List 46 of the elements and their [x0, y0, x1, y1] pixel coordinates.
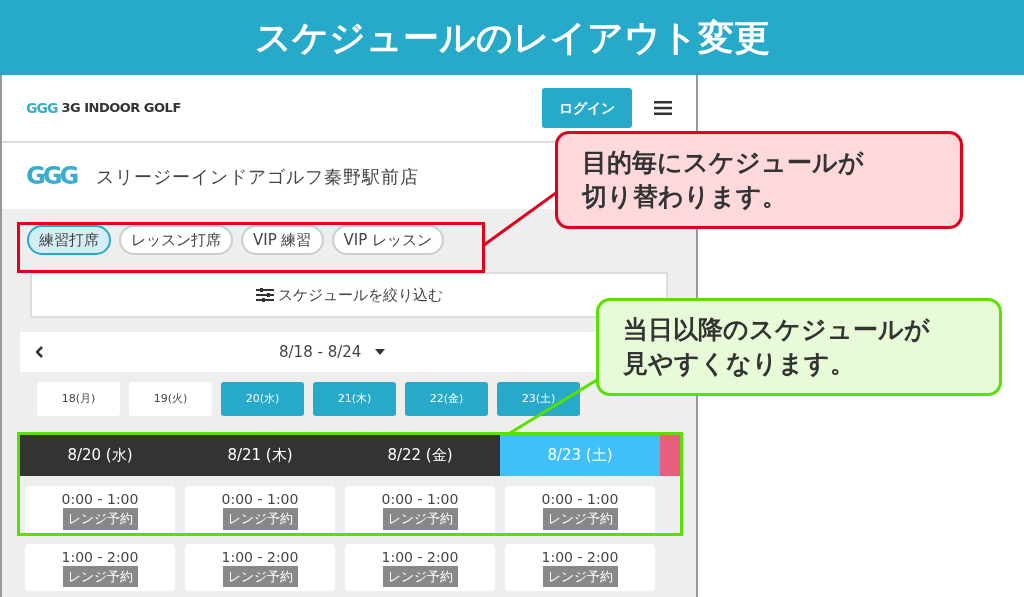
logo-mark: GGG	[26, 98, 58, 118]
slot-time: 1:00 - 2:00	[61, 547, 139, 566]
range-booking-tag: レンジ予約	[382, 565, 458, 587]
slot-time: 1:00 - 2:00	[541, 547, 619, 566]
range-booking-tag: レンジ予約	[382, 508, 458, 530]
range-booking-tag: レンジ予約	[542, 508, 618, 530]
tab[interactable]: VIP レッスン	[331, 224, 444, 256]
day-header: 8/23 (土)	[500, 434, 660, 476]
chevron-left-icon[interactable]	[36, 346, 44, 358]
slot-time: 0:00 - 1:00	[61, 490, 139, 508]
caret-down-icon[interactable]	[375, 349, 386, 355]
logo-text: 3G INDOOR GOLF	[61, 99, 181, 118]
filter-button[interactable]: スケジュールを絞り込む	[30, 272, 668, 318]
banner-title: スケジュールのレイアウト変更	[0, 0, 1024, 75]
range-booking-tag: レンジ予約	[62, 508, 138, 530]
tab[interactable]: レッスン打席	[119, 224, 233, 256]
menu-icon[interactable]	[654, 100, 672, 116]
day-header: 8/22 (金)	[340, 434, 500, 476]
week-range[interactable]: 8/18 - 8/24	[279, 340, 362, 364]
range-booking-tag: レンジ予約	[222, 508, 298, 530]
slot-time: 0:00 - 1:00	[541, 490, 619, 508]
slot-time: 1:00 - 2:00	[221, 547, 299, 566]
slot-card[interactable]: 1:00 - 2:00 レンジ予約	[345, 543, 495, 591]
slot-time: 0:00 - 1:00	[221, 490, 299, 508]
slot-time: 1:00 - 2:00	[381, 547, 459, 566]
day-button[interactable]: 19(火)	[129, 382, 212, 416]
slot-card[interactable]: 0:00 - 1:00 レンジ予約	[345, 486, 495, 534]
callout-text: 目的毎にスケジュールが切り替わります。	[582, 147, 865, 213]
tab[interactable]: 練習打席	[27, 224, 111, 256]
slot-card[interactable]: 0:00 - 1:00 レンジ予約	[185, 486, 335, 534]
filter-icon	[255, 288, 274, 302]
range-booking-tag: レンジ予約	[542, 565, 618, 587]
range-booking-tag: レンジ予約	[222, 565, 298, 587]
slot-card[interactable]: 1:00 - 2:00 レンジ予約	[505, 543, 655, 591]
slot-card[interactable]: 1:00 - 2:00 レンジ予約	[25, 543, 175, 591]
slot-time: 0:00 - 1:00	[381, 490, 459, 508]
day-header: 8/20 (水)	[20, 434, 180, 476]
slot-card[interactable]: 0:00 - 1:00 レンジ予約	[25, 486, 175, 534]
range-booking-tag: レンジ予約	[62, 565, 138, 587]
day-button[interactable]: 18(月)	[37, 382, 120, 416]
tab[interactable]: VIP 練習	[241, 224, 324, 256]
slot-card[interactable]: 1:00 - 2:00 レンジ予約	[185, 543, 335, 591]
slot-card[interactable]: 0:00 - 1:00 レンジ予約	[505, 486, 655, 534]
day-header: 8/21 (木)	[180, 434, 340, 476]
shop-name: スリージーインドアゴルフ秦野駅前店	[96, 164, 420, 189]
shop-logo: GGG	[26, 161, 77, 192]
